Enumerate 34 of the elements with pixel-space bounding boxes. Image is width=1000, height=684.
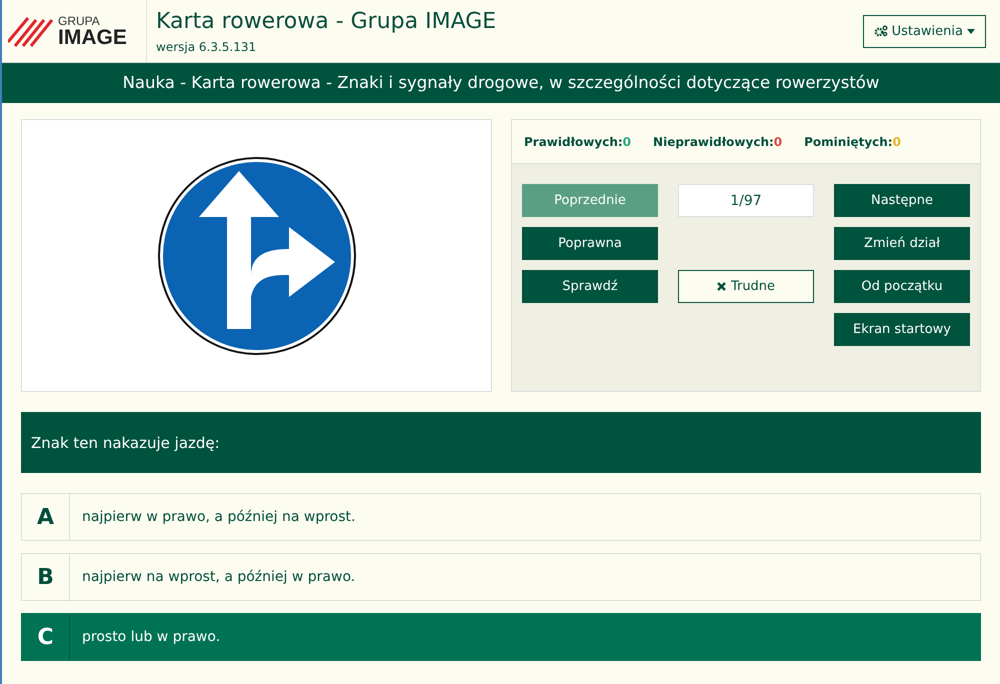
answer-option[interactable]: A najpierw w prawo, a później na wprost. <box>21 493 981 541</box>
answer-option[interactable]: C prosto lub w prawo. <box>21 613 981 661</box>
question-bar: Znak ten nakazuje jazdę: <box>21 412 981 473</box>
nav-button[interactable]: Poprawna <box>522 227 658 260</box>
answer-text: najpierw na wprost, a później w prawo. <box>81 569 356 585</box>
question-counter: 1/97 <box>678 184 814 217</box>
stat-value: 0 <box>622 134 632 148</box>
stat-label: Prawidłowych: <box>524 134 623 148</box>
close-icon <box>716 282 726 291</box>
stat-label: Pominiętych: <box>804 134 893 148</box>
logo-text: IMAGE <box>58 26 127 48</box>
stripes-logo-icon <box>8 14 54 48</box>
answer-option[interactable]: B najpierw na wprost, a później w prawo. <box>21 553 981 601</box>
version-text: wersja 6.3.5.131 <box>156 40 258 54</box>
nav-button[interactable]: Następne <box>834 184 970 217</box>
stat-label: Nieprawidłowych: <box>653 134 774 148</box>
logo-small-text: GRUPA <box>58 14 101 26</box>
answer-letter: C <box>22 614 70 660</box>
stat-value: 0 <box>892 134 901 148</box>
answer-letter: B <box>22 554 70 600</box>
nav-button[interactable]: Ekran startowy <box>834 313 970 346</box>
caret-icon <box>967 28 975 34</box>
section-title-bar: Nauka - Karta rowerowa - Znaki i sygnały drogowe, w szczególności dotyczące rowerzystów <box>2 63 1000 103</box>
gears-icon <box>874 25 888 37</box>
difficult-button[interactable]: Trudne <box>678 270 814 303</box>
app-title: Karta rowerowa - Grupa IMAGE <box>156 8 498 34</box>
answer-text: najpierw w prawo, a później na wprost. <box>81 509 356 525</box>
nav-button[interactable]: Sprawdź <box>522 270 658 303</box>
stat-value: 0 <box>774 134 782 148</box>
nav-button[interactable]: Od początku <box>834 270 970 303</box>
nav-button[interactable]: Zmień dział <box>834 227 970 260</box>
answer-letter: A <box>22 494 70 540</box>
answer-text: prosto lub w prawo. <box>81 629 220 645</box>
settings-button[interactable]: Ustawienia <box>862 14 986 48</box>
